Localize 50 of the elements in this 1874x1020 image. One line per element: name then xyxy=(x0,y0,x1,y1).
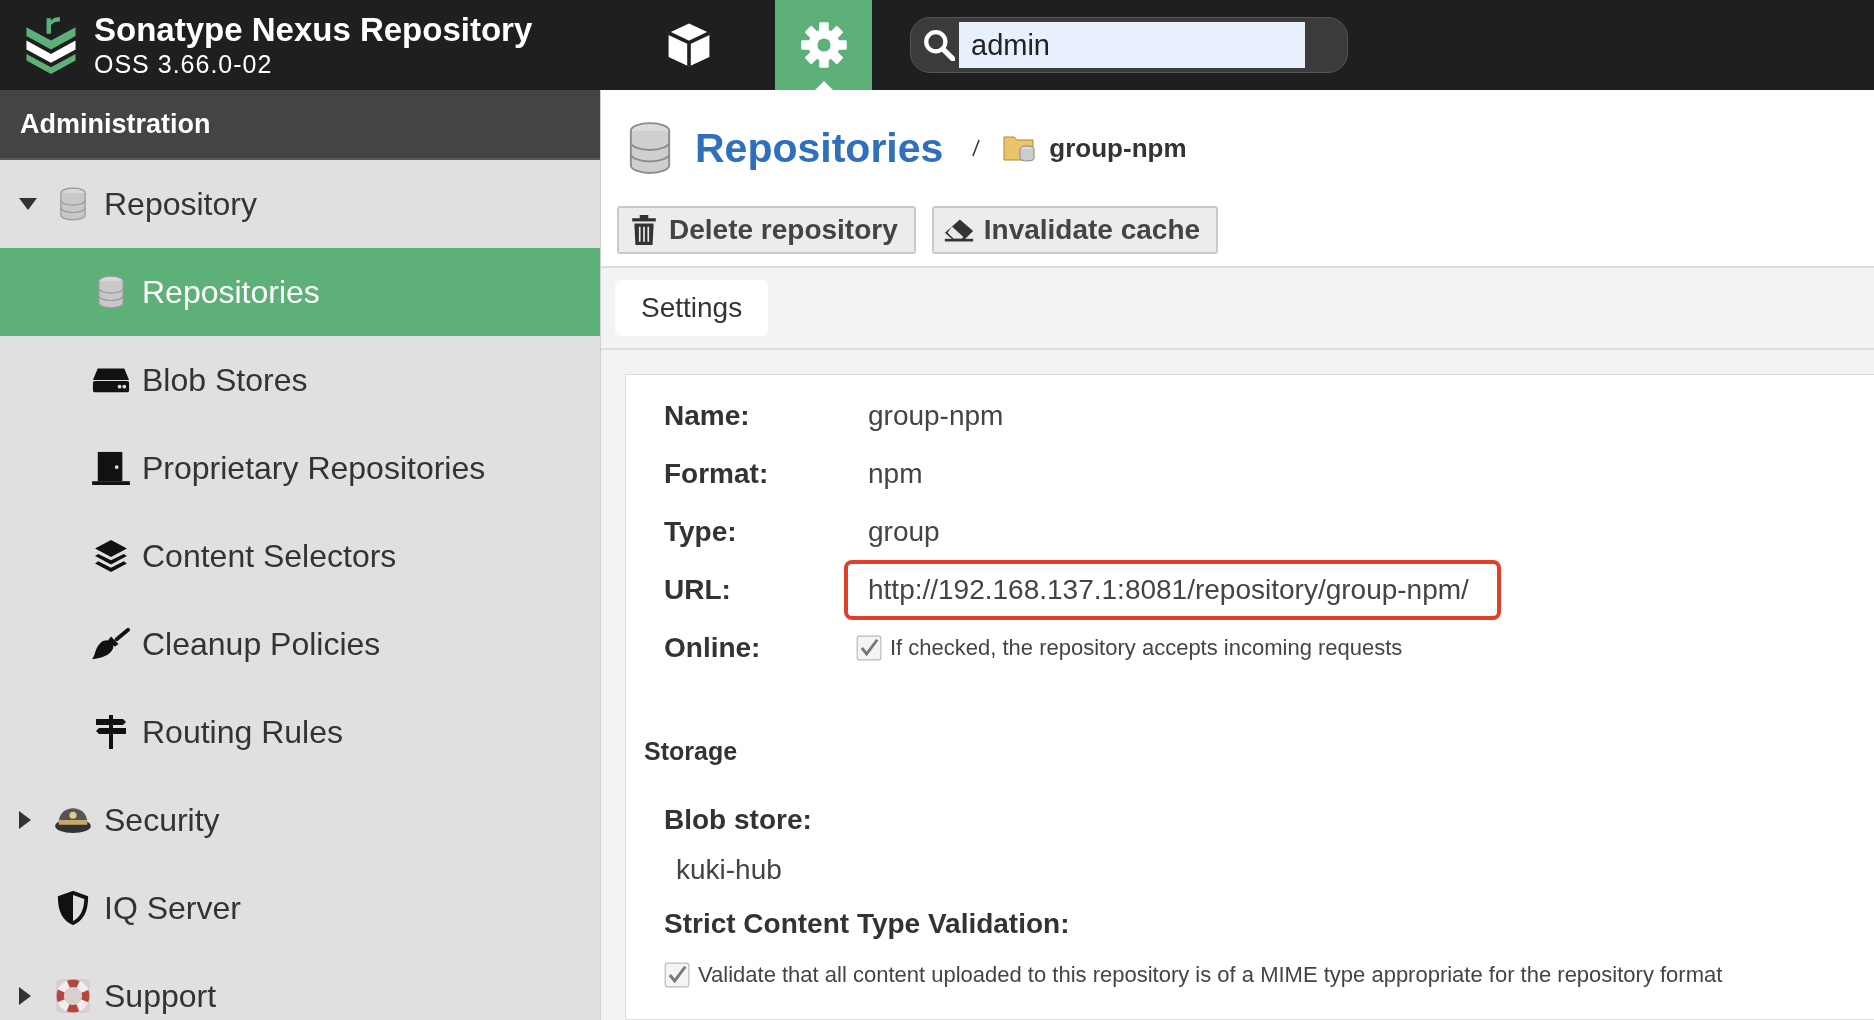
product-name: Sonatype Nexus Repository xyxy=(94,11,533,49)
collapsed-caret-icon[interactable] xyxy=(18,986,32,1006)
checkbox-hint: If checked, the repository accepts incoming requests xyxy=(890,635,1403,661)
settings-icon xyxy=(799,21,848,69)
sidebar-item[interactable]: IQ Server xyxy=(0,864,600,952)
expanded-caret-icon[interactable] xyxy=(18,197,38,211)
sidebar-item[interactable]: Routing Rules xyxy=(0,688,600,776)
field-label: Format: xyxy=(664,458,770,490)
sidebar-item[interactable]: Security xyxy=(0,776,600,864)
field-label: Type: xyxy=(664,516,738,548)
invalidate-cache-button[interactable]: Invalidate cache xyxy=(931,206,1219,254)
checkbox[interactable] xyxy=(664,962,690,988)
sidebar-item[interactable]: Cleanup Policies xyxy=(0,600,600,688)
checkbox[interactable] xyxy=(856,635,882,661)
field-label: Online: xyxy=(664,632,762,664)
trash-icon xyxy=(629,215,659,245)
field-label: Name: xyxy=(664,400,751,432)
sidebar-item[interactable]: Blob Stores xyxy=(0,336,600,424)
search-field[interactable]: admin xyxy=(910,17,1348,73)
sidebar-item[interactable]: Proprietary Repositories xyxy=(0,424,600,512)
sidebar-item[interactable]: Repository xyxy=(0,160,600,248)
sidebar-item[interactable]: Content Selectors xyxy=(0,512,600,600)
logo-icon xyxy=(24,16,78,74)
collapsed-caret-icon[interactable] xyxy=(18,810,32,830)
layers-icon xyxy=(92,539,130,573)
field-value: npm xyxy=(867,457,924,491)
section-title: Storage xyxy=(644,737,739,766)
sidebar-item[interactable]: Support xyxy=(0,952,600,1020)
delete-repository-button[interactable]: Delete repository xyxy=(617,206,916,254)
breadcrumb-link[interactable]: Repositories xyxy=(695,124,944,172)
field-label: Strict Content Type Validation: xyxy=(664,908,1071,940)
folder-database-icon xyxy=(1003,133,1038,163)
checkbox-hint: Validate that all content uploaded to this repository is of a MIME type appropriate for the repository format xyxy=(698,962,1723,988)
breadcrumb-separator-icon xyxy=(971,137,982,159)
field-value: group xyxy=(867,515,941,549)
brush-icon xyxy=(92,627,130,661)
field-value: group-npm xyxy=(867,399,1005,433)
database-icon xyxy=(627,120,673,176)
breadcrumb-current: group-npm xyxy=(1049,132,1187,164)
door-icon xyxy=(92,451,130,485)
settings-tab[interactable]: Settings xyxy=(615,280,769,336)
lifebuoy-icon xyxy=(54,979,92,1013)
field-label: Blob store: xyxy=(664,804,813,836)
field-value: kuki-hub xyxy=(676,854,783,886)
search-icon xyxy=(923,29,955,61)
field-value: http://192.168.137.1:8081/repository/group-npm/ xyxy=(844,560,1501,620)
administration-button[interactable] xyxy=(775,0,872,90)
field-label: URL: xyxy=(664,574,732,606)
product-version: OSS 3.66.0-02 xyxy=(94,49,274,79)
sidebar-title: Administration xyxy=(0,90,600,160)
